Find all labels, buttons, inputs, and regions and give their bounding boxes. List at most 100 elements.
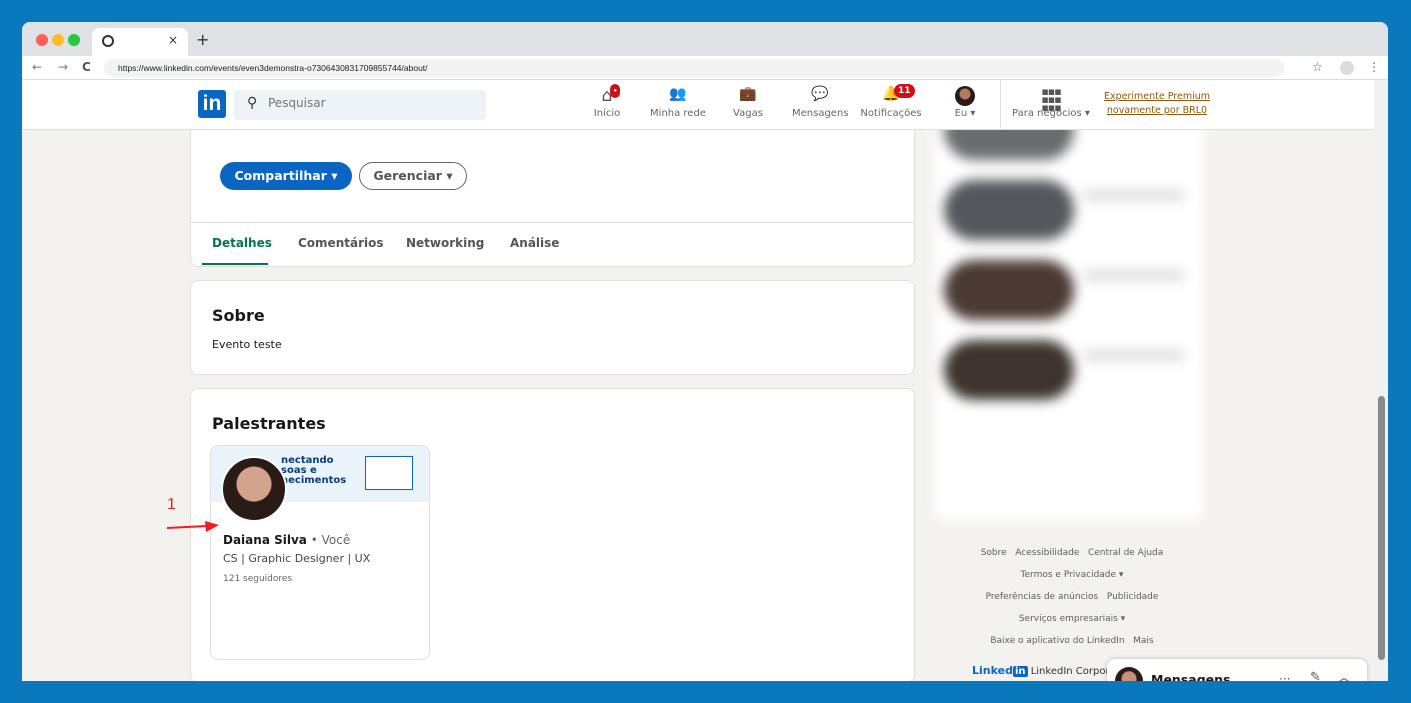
premium-link[interactable]: Experimente Premium novamente por BRL0 [1102, 90, 1212, 118]
messaging-dock[interactable]: Mensagens ··· ✎ ︿ [1107, 659, 1367, 681]
banner-image [365, 456, 413, 490]
about-card: Sobre Evento teste [190, 280, 915, 375]
premium-line1: Experimente Premium [1103, 91, 1211, 102]
avatar [955, 86, 975, 106]
nav-label: Início [593, 108, 621, 119]
blurred-sidebar [934, 80, 1204, 520]
speaker-card[interactable]: nectando soas e hecimentos Daiana Silva … [210, 445, 430, 660]
premium-line2: novamente por BRL0 [1106, 105, 1208, 116]
grid-icon: ▪▪▪ ▪▪▪ ▪▪▪ [1041, 85, 1061, 114]
banner-text: nectando soas e hecimentos [281, 455, 347, 486]
back-icon[interactable]: ← [32, 60, 42, 74]
footer-corp: LinkedIn Corpora [1030, 666, 1116, 677]
nav-home[interactable]: ⌂ • Início [592, 84, 622, 119]
more-options-icon[interactable]: ··· [1279, 672, 1290, 681]
red-arrow-icon [166, 521, 219, 532]
nav-me[interactable]: Eu ▾ [952, 86, 978, 119]
footer-line-3: Preferências de anúncios Publicidade [942, 586, 1202, 608]
speaker-name[interactable]: Daiana Silva [223, 533, 307, 547]
search-box[interactable]: ⚲ [234, 90, 486, 120]
page-viewport: in ⚲ ⌂ • Início 👥 Minha rede 💼 Vagas 💬 M… [22, 80, 1374, 681]
footer-link-ad-prefs[interactable]: Preferências de anúncios [986, 592, 1099, 602]
profile-icon[interactable] [1340, 61, 1354, 75]
blurred-text [1084, 350, 1184, 360]
message-icon: 💬 [811, 86, 829, 102]
footer-line-5: Baixe o aplicativo do LinkedIn Mais [942, 630, 1202, 652]
browser-toolbar: ← → C https://www.linkedin.com/events/ev… [22, 56, 1388, 80]
linkedin-in-box: in [1012, 666, 1028, 677]
blurred-text [1084, 270, 1184, 280]
speaker-followers: 121 seguidores [223, 574, 293, 584]
speaker-name-line: Daiana Silva • Você [223, 533, 350, 547]
notification-badge: 11 [894, 84, 915, 98]
footer-brand: Linked in LinkedIn Corpora [972, 664, 1116, 677]
speaker-avatar[interactable] [221, 456, 287, 522]
search-icon: ⚲ [247, 95, 258, 111]
chrome-favicon-icon [102, 35, 114, 47]
nav-business[interactable]: ▪▪▪ ▪▪▪ ▪▪▪ Para negócios ▾ [1010, 86, 1092, 119]
linkedin-logo[interactable]: in [198, 90, 226, 118]
browser-window: × + ← → C https://www.linkedin.com/event… [22, 22, 1388, 681]
bookmark-star-icon[interactable]: ☆ [1312, 60, 1323, 74]
browser-tab[interactable]: × [92, 28, 188, 56]
chrome-menu-icon[interactable]: ⋮ [1368, 60, 1380, 74]
tab-details[interactable]: Detalhes [212, 236, 272, 250]
footer-link-accessibility[interactable]: Acessibilidade [1015, 548, 1079, 558]
close-window-dot[interactable] [36, 34, 48, 46]
footer-link-more[interactable]: Mais [1133, 636, 1153, 646]
tab-comments[interactable]: Comentários [298, 236, 384, 250]
linkedin-navbar: in ⚲ ⌂ • Início 👥 Minha rede 💼 Vagas 💬 M… [22, 80, 1374, 130]
tab-networking[interactable]: Networking [406, 236, 484, 250]
speaker-headline: CS | Graphic Designer | UX [223, 552, 371, 565]
footer-link-advertising[interactable]: Publicidade [1107, 592, 1159, 602]
scrollbar[interactable] [1374, 80, 1388, 681]
minimize-window-dot[interactable] [52, 34, 64, 46]
nav-divider [1000, 80, 1001, 130]
nav-network[interactable]: 👥 Minha rede [648, 86, 708, 119]
tab-analytics[interactable]: Análise [510, 236, 559, 250]
blurred-item [944, 260, 1074, 320]
about-text: Evento teste [212, 338, 282, 351]
nav-label: Vagas [733, 108, 763, 119]
collapse-icon[interactable]: ︿ [1337, 667, 1351, 681]
manage-button[interactable]: Gerenciar ▾ [359, 162, 467, 190]
nav-label: Notificações [860, 108, 922, 119]
nav-label: Para negócios ▾ [1012, 108, 1090, 119]
forward-icon[interactable]: → [58, 60, 68, 74]
new-tab-button[interactable]: + [196, 30, 209, 49]
home-badge: • [610, 84, 621, 98]
nav-jobs[interactable]: 💼 Vagas [730, 86, 766, 119]
scrollbar-thumb[interactable] [1378, 396, 1385, 660]
nav-messaging[interactable]: 💬 Mensagens [792, 86, 849, 119]
blurred-item [944, 340, 1074, 400]
close-tab-icon[interactable]: × [168, 33, 178, 47]
search-input[interactable] [268, 96, 468, 110]
reload-icon[interactable]: C [82, 60, 91, 74]
compose-icon[interactable]: ✎ [1310, 670, 1321, 681]
address-bar[interactable]: https://www.linkedin.com/events/even3dem… [104, 59, 1284, 77]
nav-label: Minha rede [650, 108, 706, 119]
footer-link-app[interactable]: Baixe o aplicativo do LinkedIn [990, 636, 1124, 646]
footer-link-terms[interactable]: Termos e Privacidade ▾ [942, 564, 1202, 586]
people-icon: 👥 [669, 86, 687, 102]
share-button[interactable]: Compartilhar ▾ [220, 162, 352, 190]
active-tab-indicator [202, 263, 268, 265]
blurred-text [1084, 190, 1184, 200]
footer-link-business[interactable]: Serviços empresariais ▾ [942, 608, 1202, 630]
maximize-window-dot[interactable] [68, 34, 80, 46]
briefcase-icon: 💼 [739, 86, 757, 102]
nav-label: Mensagens [792, 108, 849, 119]
speaker-you-tag: • Você [310, 533, 351, 547]
nav-notifications[interactable]: 🔔 11 Notificações [860, 84, 922, 119]
footer-link-about[interactable]: Sobre [981, 548, 1007, 558]
speakers-title: Palestrantes [212, 414, 326, 433]
divider [191, 222, 914, 223]
messaging-title: Mensagens [1151, 672, 1231, 681]
annotation-arrow: 1 [166, 496, 219, 539]
blurred-item [944, 180, 1074, 240]
about-title: Sobre [212, 306, 265, 325]
footer-link-help[interactable]: Central de Ajuda [1088, 548, 1163, 558]
tab-strip: × + [22, 22, 1388, 56]
nav-label: Eu ▾ [954, 108, 976, 119]
footer-line-1: Sobre Acessibilidade Central de Ajuda [942, 542, 1202, 564]
